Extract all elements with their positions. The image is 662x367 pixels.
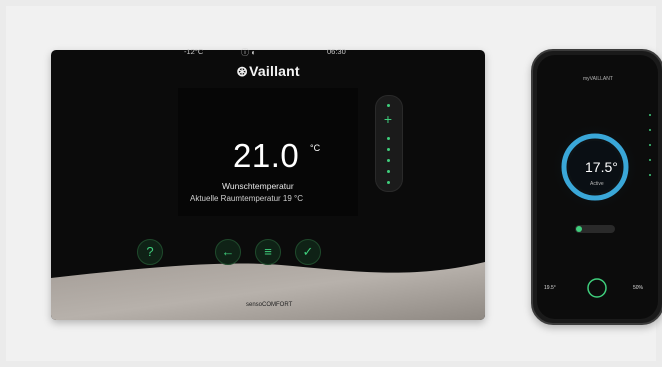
phone-mode-label: Active — [590, 181, 604, 187]
phone-screen: myVAILLANT 17.5° Active 19.5° 50% — [537, 55, 658, 319]
phone-right-reading: 50% — [633, 285, 644, 291]
confirm-button[interactable]: ✓ — [295, 239, 321, 265]
plus-icon[interactable]: + — [381, 112, 395, 126]
outdoor-temperature: -12°C — [184, 47, 204, 56]
temperature-slider[interactable] — [375, 95, 403, 192]
room-temperature-label: Aktuelle Raumtemperatur 19 °C — [190, 194, 304, 203]
slider-led — [387, 181, 390, 184]
phone-left-reading: 19.5° — [544, 285, 556, 291]
help-button[interactable]: ? — [137, 239, 163, 265]
menu-button[interactable]: ≡ — [255, 239, 281, 265]
setpoint-label: Wunschtemperatur — [222, 181, 294, 191]
back-button[interactable]: ← — [215, 239, 241, 265]
setpoint-temperature: 21.0 — [233, 137, 300, 174]
app-title: myVAILLANT — [583, 76, 613, 82]
slider-led — [387, 148, 390, 151]
slider-led — [387, 170, 390, 173]
vaillant-hare-icon: ⊛ — [236, 63, 249, 79]
slider-led — [387, 137, 390, 140]
brand-logo: ⊛Vaillant — [236, 63, 300, 79]
phone-app-graphics — [549, 114, 651, 298]
clock: 06:30 — [327, 47, 346, 56]
status-icons: ⓘ ◐ — [241, 48, 257, 57]
smartphone: myVAILLANT 17.5° Active 19.5° 50% — [531, 49, 662, 325]
phone-temperature: 17.5° — [585, 159, 618, 175]
model-label: sensoCOMFORT — [246, 302, 293, 308]
temperature-unit: °C — [310, 143, 321, 153]
slider-led — [387, 159, 390, 162]
slider-led — [387, 104, 390, 107]
